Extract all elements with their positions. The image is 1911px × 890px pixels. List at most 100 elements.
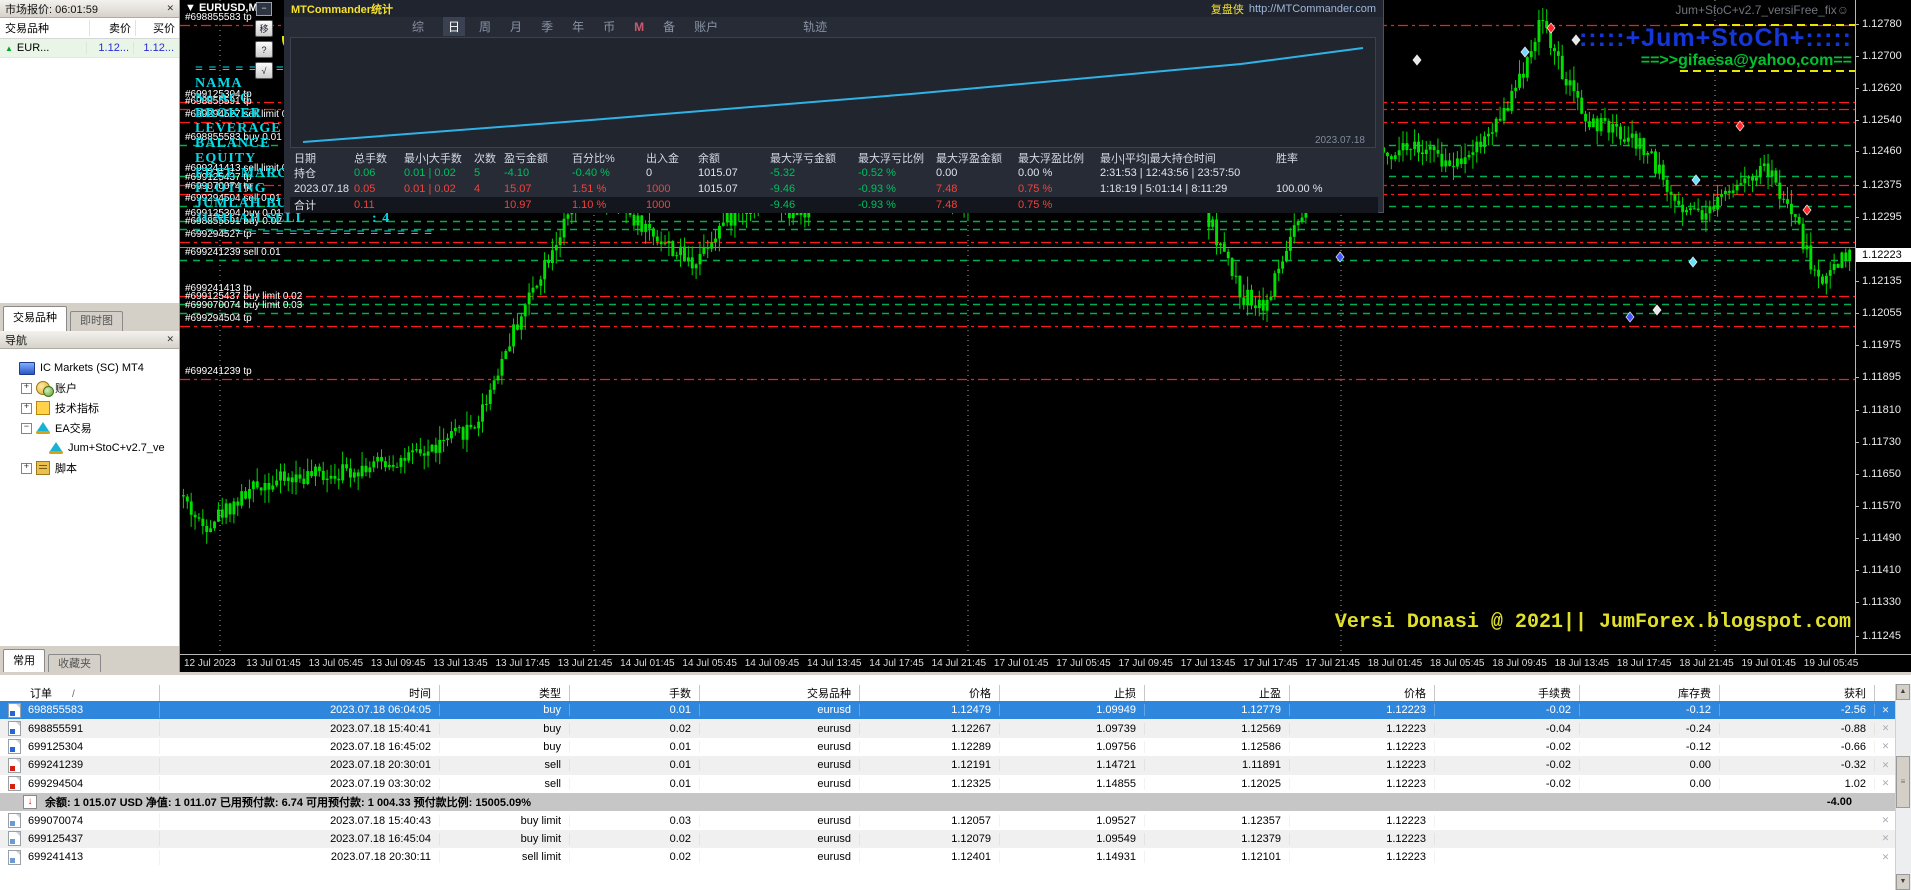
orders-column-11[interactable]: 获利 [1720,684,1875,701]
mtcommander-titlebar[interactable]: MTCommander统计 复盘侠 http://MTCommander.com [284,0,1383,17]
price-axis-label: 1.12540 [1855,114,1902,126]
cell-lots: 0.01 [570,759,700,772]
pending-order-row[interactable]: 699241413 2023.07.18 20:30:11 sell limit 0.… [0,848,1896,866]
orders-column-9[interactable]: 手续费 [1435,684,1580,701]
orders-column-1[interactable]: 时间 [160,684,440,701]
mtc-menu-0[interactable]: 综 [412,18,424,35]
tree-item-0[interactable]: IC Markets (SC) MT4 [0,358,179,378]
chart-minimize-button[interactable]: − [256,2,272,16]
orders-column-7[interactable]: 止盈 [1145,684,1290,701]
orders-column-2[interactable]: 类型 [440,684,570,701]
pending-order-row[interactable]: 699070074 2023.07.18 15:40:43 buy limit 0.0… [0,811,1896,829]
close-order-icon[interactable]: ✕ [1875,833,1896,844]
scrollbar-thumb[interactable]: ≡ [1896,756,1910,808]
chart-tool-button-0[interactable]: 移 [255,20,273,37]
cell-swap: -0.12 [1580,704,1720,717]
orders-column-10[interactable]: 库存费 [1580,684,1720,701]
mtc-menu-6[interactable]: 币 [603,18,615,35]
close-icon[interactable]: ✕ [166,334,174,345]
terminal-scrollbar[interactable]: ▲ ≡ ▼ [1895,684,1911,890]
mtc-menu-9[interactable]: 账户 [694,18,718,35]
mtcommander-url[interactable]: http://MTCommander.com [1249,3,1376,15]
order-row[interactable]: 699125304 2023.07.18 16:45:02 buy 0.01 eurus… [0,738,1896,756]
mtc-menu-3[interactable]: 月 [510,18,522,35]
mtc-menu-5[interactable]: 年 [572,18,584,35]
close-order-icon[interactable]: ✕ [1875,723,1896,734]
close-order-icon[interactable]: ✕ [1875,741,1896,752]
cell-tp: 1.12357 [1145,814,1290,827]
market-watch-titlebar[interactable]: 市场报价: 06:01:59 ✕ [0,0,179,18]
close-order-icon[interactable]: ✕ [1875,760,1896,771]
stats-row-1: 2023.07.18 0.05 0.01 | 0.02 4 15.07 1.51 % 100… [290,181,1378,197]
mtc-menu-4[interactable]: 季 [541,18,553,35]
mtc-menu-8[interactable]: 备 [663,18,675,35]
tree-item-1[interactable]: + 账户 [0,378,179,398]
expand-icon[interactable]: + [21,402,32,414]
equity-curve-chart: 2023.07.18 [290,37,1376,148]
close-order-icon[interactable]: ✕ [1875,815,1896,826]
time-axis-label: 18 Jul 21:45 [1679,658,1734,669]
pending-order-row[interactable]: 699125437 2023.07.18 16:45:04 buy limit 0.0… [0,829,1896,849]
stats-cell: 0.11 [354,199,375,211]
order-row[interactable]: 699294504 2023.07.19 03:30:02 sell 0.01 euru… [0,775,1896,793]
column-symbol[interactable]: 交易品种 [0,20,90,36]
order-row[interactable]: 699241239 2023.07.18 20:30:01 sell 0.01 euru… [0,756,1896,775]
order-row[interactable]: 698855591 2023.07.18 15:40:41 buy 0.02 eurus… [0,719,1896,738]
close-order-icon[interactable]: ✕ [1875,705,1896,716]
orders-column-3[interactable]: 手数 [570,684,700,701]
expand-icon[interactable]: + [21,462,32,474]
tab-symbols-0[interactable]: 交易品种 [3,306,67,331]
tree-item-3[interactable]: − EA交易 [0,418,179,438]
scroll-up-icon[interactable]: ▲ [1896,684,1910,700]
column-bid[interactable]: 卖价 [90,20,136,36]
order-doc-icon [8,702,21,718]
mtc-menu-2[interactable]: 周 [479,18,491,35]
stats-cell: 0.75 % [1018,199,1053,211]
price-axis-label: 1.11975 [1855,339,1901,351]
cell-profit: -0.66 [1720,740,1875,753]
stats-cell: 0.01 | 0.02 [404,183,456,195]
cell-id: 699070074 [0,813,160,829]
tab-terminal-0[interactable]: 常用 [3,649,45,674]
order-line-label: #699241239 sell 0.01 [185,247,281,258]
order-row[interactable]: 698855583 2023.07.18 06:04:05 buy 0.01 eurus… [0,701,1896,720]
mtc-menu-10[interactable]: 轨迹 [803,18,827,35]
scroll-down-icon[interactable]: ▼ [1896,874,1910,890]
tree-item-label: 技术指标 [55,403,99,415]
stats-cell: -5.32 [770,167,796,179]
time-axis-label: 17 Jul 21:45 [1305,658,1360,669]
tree-item-4[interactable]: Jum+StoC+v2.7_ve [0,438,179,458]
close-order-icon[interactable]: ✕ [1875,778,1896,789]
cell-price: 1.12401 [860,851,1000,864]
tree-item-label: 脚本 [55,463,77,475]
price-axis-label: 1.12375 [1855,179,1902,191]
column-ask[interactable]: 买价 [136,20,179,36]
price-axis-label: 1.12700 [1855,50,1902,62]
orders-column-5[interactable]: 价格 [860,684,1000,701]
time-axis[interactable]: 12 Jul 2023 13 Jul 01:45 13 Jul 05:45 13 Ju… [180,654,1911,672]
orders-column-4[interactable]: 交易品种 [700,684,860,701]
order-id: 699125437 [28,832,84,845]
tree-item-2[interactable]: + 技术指标 [0,398,179,418]
order-doc-icon [8,813,21,829]
cell-symbol: eurusd [700,722,860,735]
market-watch-row-eurusd[interactable]: ▲ EUR... 1.12... 1.12... [0,39,179,58]
tab-symbols-1[interactable]: 即时图 [70,311,123,331]
mtc-menu-1[interactable]: 日 [443,17,466,36]
cell-price2: 1.12223 [1290,704,1435,717]
mtc-menu-7[interactable]: M [634,20,644,34]
collapse-icon[interactable]: − [21,422,32,434]
close-order-icon[interactable]: ✕ [1875,852,1896,863]
expand-icon[interactable]: + [21,382,32,394]
navigator-titlebar[interactable]: 导航 ✕ [0,331,179,349]
chart-tool-button-2[interactable]: √ [255,62,273,79]
orders-column-6[interactable]: 止损 [1000,684,1145,701]
tab-terminal-1[interactable]: 收藏夹 [48,654,101,674]
chart-tool-button-1[interactable]: ? [255,41,273,58]
tree-item-5[interactable]: + 脚本 [0,458,179,478]
close-icon[interactable]: ✕ [166,3,174,14]
mtcommander-panel[interactable]: MTCommander统计 复盘侠 http://MTCommander.com… [284,0,1384,213]
cell-commission: -0.02 [1435,759,1580,772]
orders-column-8[interactable]: 价格 [1290,684,1435,701]
orders-column-0[interactable]: 订单 / [0,684,160,701]
